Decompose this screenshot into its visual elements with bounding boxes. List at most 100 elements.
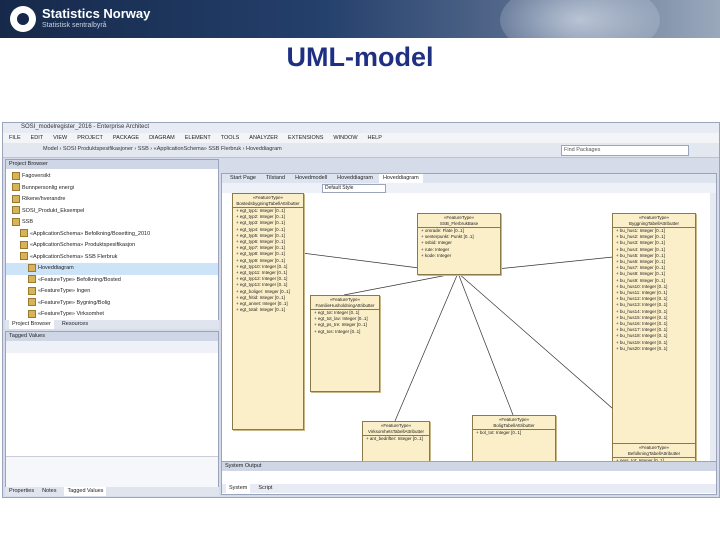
uml-class-name: FamilieHusholdningAttributter [315, 302, 375, 308]
project-browser-title: Project Browser [6, 160, 218, 169]
uml-class-header: «FeatureType» VirksomhetsTabellAttributte… [363, 422, 429, 436]
uml-class[interactable]: «FeatureType» SSB_FlerbrukBase + omrade: F… [417, 213, 501, 275]
tree-item[interactable]: Bunnpersonlig energi [6, 183, 218, 195]
tree-item[interactable]: Fagoversikt [6, 171, 218, 183]
package-icon [12, 206, 20, 215]
package-icon [20, 229, 28, 238]
tree-item-label: Fagoversikt [22, 173, 51, 179]
tab[interactable]: Resources [62, 320, 88, 329]
menu-item[interactable]: HELP [368, 133, 382, 143]
tree-item-label: «FeatureType» Befolkning/Bosted [38, 276, 121, 283]
uml-attribute: + bol_tot: Integer [0..1] [476, 430, 522, 435]
tree-item-label: Rikene/hverandre [22, 196, 66, 202]
tree-item[interactable]: «FeatureType» Bygning/Bolig [6, 298, 218, 310]
tab[interactable]: System [226, 484, 251, 493]
package-icon [28, 286, 36, 295]
tree-item-label: «FeatureType» Virksomhet [38, 311, 104, 317]
package-icon [12, 171, 20, 180]
ea-screenshot: SOSI_modelregister_2016 - Enterprise Arc… [2, 122, 720, 498]
package-icon [20, 240, 28, 249]
generalization-line [457, 272, 514, 416]
tree-item[interactable]: «FeatureType» Befolkning/Bosted [6, 275, 218, 287]
uml-attribute: + kode: Integer [421, 252, 452, 258]
menu-item[interactable]: DIAGRAM [149, 133, 175, 143]
tree-item[interactable]: «FeatureType» Ingen [6, 286, 218, 298]
tab[interactable]: Hoveddiagram [333, 174, 377, 183]
project-browser-panel: Project Browser Fagoversikt Bunnpersonlig… [5, 159, 219, 329]
ssb-logo-icon [10, 6, 36, 32]
uml-class-header: «FeatureType» ByggningTabellAttributter [613, 214, 695, 228]
logo-name: Statistics Norway [42, 6, 151, 21]
tab[interactable]: Hoveddiagram [378, 174, 423, 183]
tab[interactable]: Properties [9, 487, 34, 496]
properties-tabs: Properties Notes Tagged Values [5, 487, 219, 496]
project-browser-tabs: Project Browser Resources [5, 320, 219, 329]
tab[interactable]: Start Page [226, 174, 260, 183]
menu-item[interactable]: PROJECT [77, 133, 103, 143]
tab[interactable]: Project Browser [9, 320, 54, 329]
menu-item[interactable]: TOOLS [221, 133, 240, 143]
tree-item[interactable]: Rikene/hverandre [6, 194, 218, 206]
generalization-line [343, 272, 459, 296]
tree-item[interactable]: SSB [6, 217, 218, 229]
menu-item[interactable]: VIEW [53, 133, 67, 143]
tree-item[interactable]: SOSI_Produkt_Eksempel [6, 206, 218, 218]
tab[interactable]: Notes [42, 487, 56, 496]
tab[interactable]: Tilstand [262, 174, 289, 183]
uml-attribute: + bu_hus20: Integer [0..1] [616, 345, 668, 351]
tree-item-label: SSB [22, 219, 34, 225]
uml-class-name: VirksomhetsTabellAttributter [368, 428, 424, 434]
uml-class-header: «FeatureType» BostedsbygningTabellAttribu… [233, 194, 303, 208]
tab[interactable]: Hovedmodell [291, 174, 331, 183]
tree-item[interactable]: «ApplicationSchema» Produktspesifikasjon [6, 240, 218, 252]
tagged-values-title: Tagged Values [6, 332, 218, 341]
slide-banner: Statistics Norway Statistisk sentralbyrå [0, 0, 720, 38]
menu-item[interactable]: FILE [9, 133, 21, 143]
tree-item-label: «ApplicationSchema» Produktspesifikasjon [30, 242, 136, 248]
tab[interactable]: Script [258, 484, 272, 493]
package-icon [12, 217, 20, 226]
menu-item[interactable]: PACKAGE [113, 133, 139, 143]
menu-item[interactable]: WINDOW [333, 133, 357, 143]
package-icon [12, 183, 20, 192]
system-output-tabs: System Script [222, 484, 716, 493]
tree-item-label: «ApplicationSchema» SSB Flerbruk [30, 253, 118, 260]
uml-class-header: «FeatureType» SSB_FlerbrukBase [418, 214, 500, 228]
tree-item-label: «FeatureType» Bygning/Bolig [38, 299, 111, 306]
menu-item[interactable]: ELEMENT [185, 133, 211, 143]
uml-class-name: ByggningTabellAttributter [628, 220, 680, 226]
tagged-values-toolbar [6, 341, 218, 353]
uml-class[interactable]: «FeatureType» ByggningTabellAttributter + … [612, 213, 696, 455]
tree-item-label: «ApplicationSchema» Befolkning/Bosetting… [30, 230, 151, 237]
uml-class[interactable]: «FeatureType» BostedsbygningTabellAttribu… [232, 193, 304, 430]
diagram-canvas[interactable]: «FeatureType» BostedsbygningTabellAttribu… [222, 193, 716, 462]
uml-class-header: «FeatureType» BoligTabellAttributter [473, 416, 555, 430]
navigation-toolbar: Model › SOSI Produktspesifikasjoner › SS… [3, 143, 719, 158]
package-icon [20, 252, 28, 261]
style-dropdown[interactable]: Default Style [322, 184, 386, 193]
diagram-toolbar: Default Style [222, 183, 716, 193]
tab[interactable]: Tagged Values [64, 487, 107, 496]
logo-subtitle: Statistisk sentralbyrå [42, 22, 107, 29]
uml-attribute: + egt_total: Integer [0..1] [236, 307, 285, 313]
search-input[interactable]: Find Packages [561, 145, 689, 156]
uml-class[interactable]: «FeatureType» BefolkningTabellAttributter… [612, 443, 696, 462]
tree-item[interactable]: Hoveddiagram [6, 263, 218, 275]
menu-item[interactable]: EDIT [31, 133, 44, 143]
breadcrumb[interactable]: Model › SOSI Produktspesifikasjoner › SS… [43, 146, 282, 152]
diagram-tabs: Start Page Tilstand Hovedmodell Hoveddiagra… [222, 174, 716, 183]
menu-item[interactable]: ANALYZER [249, 133, 278, 143]
menu-item[interactable]: EXTENSIONS [288, 133, 323, 143]
uml-class[interactable]: «FeatureType» BoligTabellAttributter + bol… [472, 415, 556, 462]
uml-class[interactable]: «FeatureType» VirksomhetsTabellAttributte… [362, 421, 430, 462]
uml-class-header: «FeatureType» BefolkningTabellAttributter [613, 444, 695, 458]
diagram-scrollbar[interactable] [710, 193, 716, 462]
tree-item[interactable]: «FeatureType» Virksomhet [6, 309, 218, 321]
tree-item[interactable]: «ApplicationSchema» Befolkning/Bosetting… [6, 229, 218, 241]
project-tree: Fagoversikt Bunnpersonlig energi Rikene/hv… [6, 169, 218, 321]
package-icon [28, 263, 36, 272]
tree-item[interactable]: «ApplicationSchema» SSB Flerbruk [6, 252, 218, 264]
uml-class[interactable]: «FeatureType» FamilieHusholdningAttributt… [310, 295, 380, 392]
package-icon [28, 309, 36, 318]
system-output-panel: System Output System Script [221, 461, 717, 495]
